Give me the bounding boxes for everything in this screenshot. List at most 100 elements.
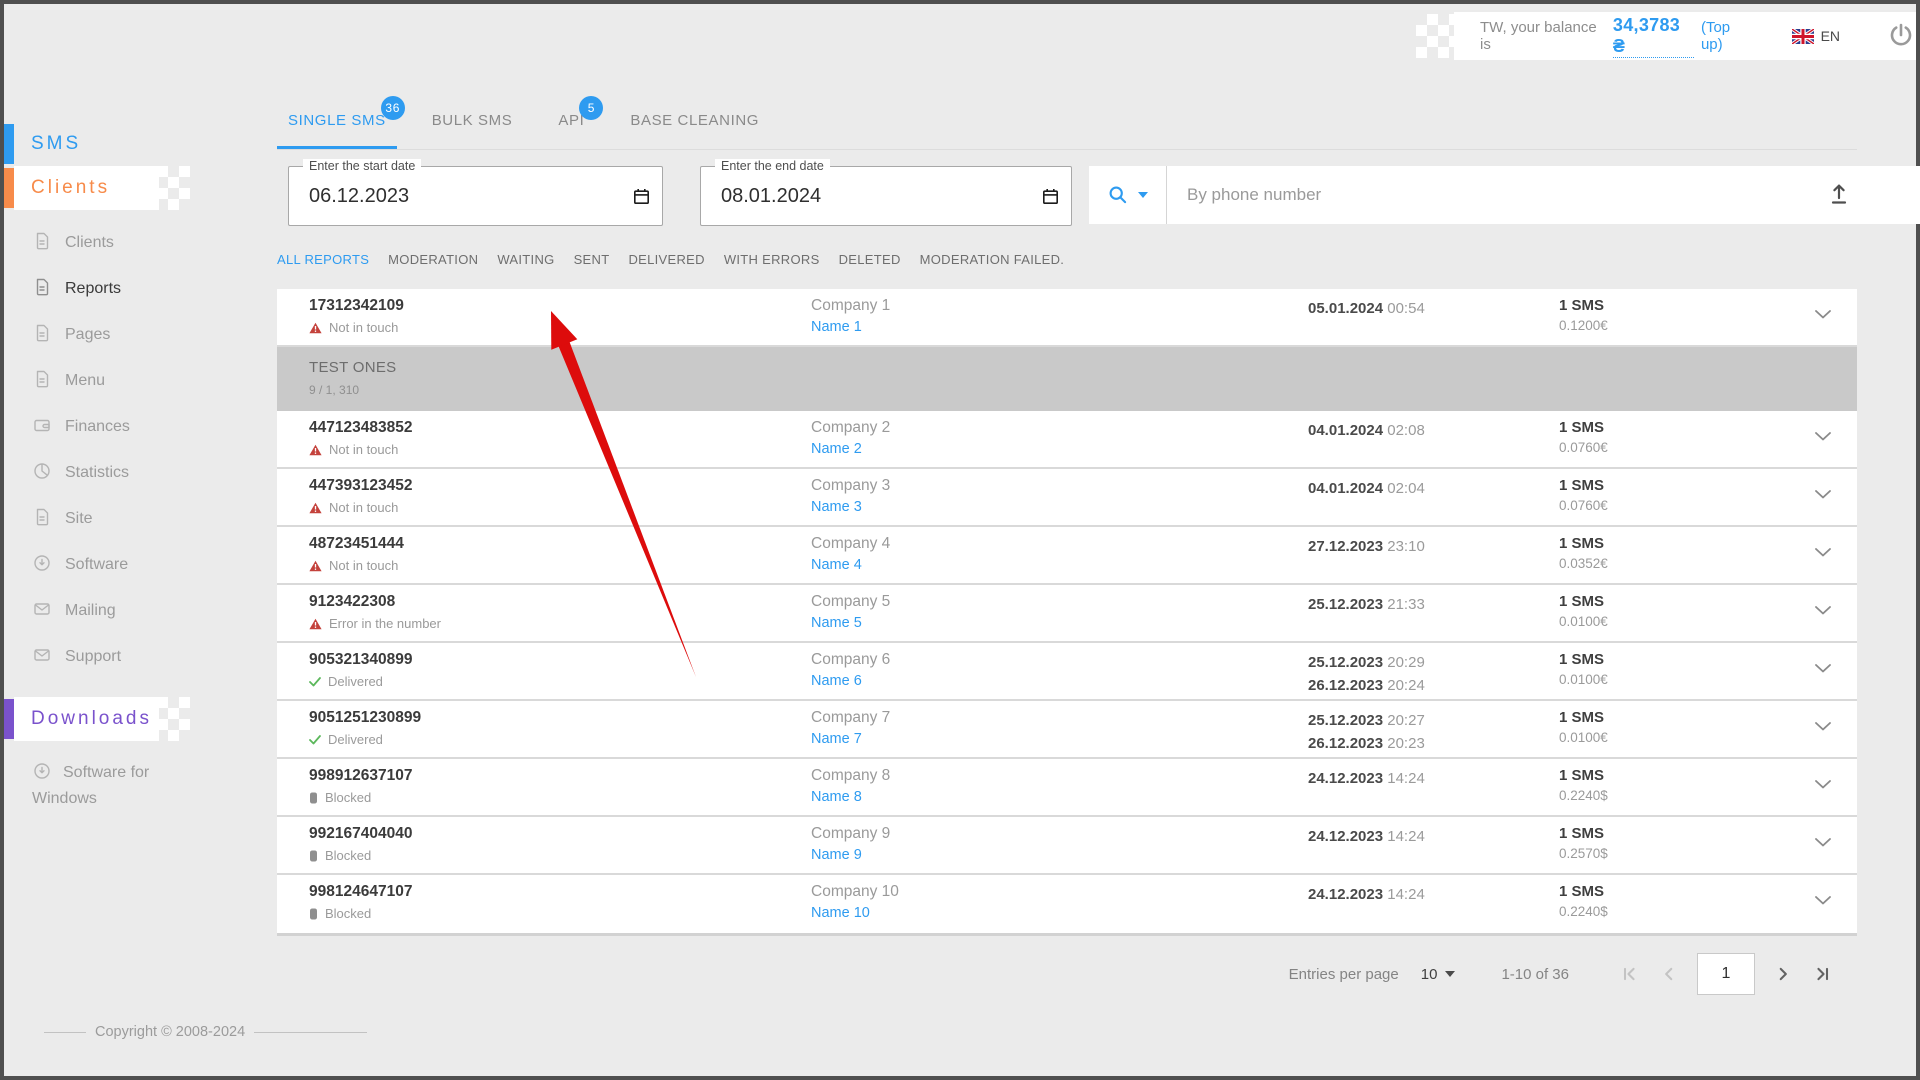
tab-api[interactable]: API 5: [547, 112, 595, 149]
expand-chevron-icon[interactable]: [1815, 310, 1831, 319]
report-row[interactable]: 9123422308 Error in the number Company 5…: [277, 585, 1857, 643]
filter-sent[interactable]: SENT: [574, 252, 610, 267]
date-line: 04.01.2024 02:04: [1308, 477, 1425, 500]
report-row[interactable]: 17312342109 Not in touch Company 1 Name …: [277, 289, 1857, 347]
top-up-link[interactable]: (Top up): [1701, 19, 1754, 53]
date-value: 26.12.2023: [1308, 677, 1383, 694]
date-cell: 05.01.2024 00:54: [1308, 297, 1425, 320]
expand-chevron-icon[interactable]: [1815, 432, 1831, 441]
filter-deleted[interactable]: DELETED: [839, 252, 901, 267]
sender-name-link[interactable]: Name 8: [811, 789, 862, 805]
time-value: 02:04: [1387, 480, 1425, 497]
sms-cell: 1 SMS 0.0760€: [1559, 419, 1608, 455]
sender-name-link[interactable]: Name 5: [811, 615, 862, 631]
sender-name-link[interactable]: Name 4: [811, 557, 862, 573]
start-date-field[interactable]: Enter the start date: [288, 166, 663, 226]
sender-name-link[interactable]: Name 7: [811, 731, 862, 747]
sidebar-item-statistics[interactable]: Statistics: [4, 450, 236, 496]
tab-base-cleaning[interactable]: BASE CLEANING: [619, 112, 770, 149]
download-icon: [32, 764, 63, 781]
current-page-input[interactable]: 1: [1697, 953, 1755, 995]
language-selector[interactable]: EN: [1792, 28, 1840, 44]
sender-name-link[interactable]: Name 3: [811, 499, 862, 515]
end-date-field[interactable]: Enter the end date: [700, 166, 1072, 226]
sidebar-item-software[interactable]: Software: [4, 542, 236, 588]
report-row[interactable]: 9051251230899 Delivered Company 7 Name 7…: [277, 701, 1857, 759]
sender-name-link[interactable]: Name 10: [811, 905, 870, 921]
expand-chevron-icon[interactable]: [1815, 606, 1831, 615]
sidebar-item-pages[interactable]: Pages: [4, 312, 236, 358]
sender-name-link[interactable]: Name 6: [811, 673, 862, 689]
document-icon: [32, 369, 65, 394]
filter-moderation-failed[interactable]: MODERATION FAILED.: [920, 252, 1065, 267]
section-accent-bar: [4, 699, 14, 739]
sidebar-item-clients[interactable]: Clients: [4, 220, 236, 266]
filter-with-errors[interactable]: WITH ERRORS: [724, 252, 820, 267]
expand-chevron-icon[interactable]: [1815, 664, 1831, 673]
filter-moderation[interactable]: MODERATION: [388, 252, 478, 267]
power-icon[interactable]: [1886, 21, 1916, 51]
report-row[interactable]: 447123483852 Not in touch Company 2 Name…: [277, 411, 1857, 469]
end-date-label: Enter the end date: [715, 159, 830, 173]
date-line: 05.01.2024 00:54: [1308, 297, 1425, 320]
report-row[interactable]: 992167404040 Blocked Company 9 Name 9 24…: [277, 817, 1857, 875]
search-input[interactable]: [1167, 185, 1920, 205]
sms-cell: 1 SMS 0.0352€: [1559, 535, 1608, 571]
filter-all-reports[interactable]: ALL REPORTS: [277, 252, 369, 267]
sidebar-section-downloads[interactable]: Downloads: [4, 697, 236, 741]
sidebar-section-clients[interactable]: Clients: [4, 166, 236, 210]
start-date-input[interactable]: [309, 185, 539, 208]
sms-cell: 1 SMS 0.0100€: [1559, 593, 1608, 629]
report-row[interactable]: 48723451444 Not in touch Company 4 Name …: [277, 527, 1857, 585]
last-page-icon[interactable]: [1815, 966, 1831, 982]
tab-bulk-sms[interactable]: BULK SMS: [421, 112, 524, 149]
sender-name-link[interactable]: Name 2: [811, 441, 862, 457]
company-name: Company 8: [811, 767, 890, 785]
sidebar-item-menu[interactable]: Menu: [4, 358, 236, 404]
expand-chevron-icon[interactable]: [1815, 722, 1831, 731]
expand-chevron-icon[interactable]: [1815, 780, 1831, 789]
calendar-icon[interactable]: [633, 188, 650, 205]
report-row[interactable]: 998912637107 Blocked Company 8 Name 8 24…: [277, 759, 1857, 817]
sidebar-item-support[interactable]: Support: [4, 634, 236, 680]
report-row[interactable]: 905321340899 Delivered Company 6 Name 6 …: [277, 643, 1857, 701]
search-type-dropdown[interactable]: [1089, 166, 1167, 224]
end-date-input[interactable]: [721, 185, 951, 208]
phone-number: 992167404040: [309, 825, 412, 843]
tab-single-sms[interactable]: SINGLE SMS 36: [277, 112, 397, 149]
sidebar-section-sms[interactable]: SMS: [4, 122, 236, 166]
sidebar-item-finances[interactable]: Finances: [4, 404, 236, 450]
next-page-icon[interactable]: [1775, 966, 1791, 982]
report-row[interactable]: 998124647107 Blocked Company 10 Name 10 …: [277, 875, 1857, 933]
expand-chevron-icon[interactable]: [1815, 896, 1831, 905]
warning-icon: [309, 322, 322, 334]
group-row[interactable]: TEST ONES 9 / 1, 310: [277, 347, 1857, 411]
report-row[interactable]: 447393123452 Not in touch Company 3 Name…: [277, 469, 1857, 527]
expand-chevron-icon[interactable]: [1815, 490, 1831, 499]
phone-cell: 998912637107 Blocked: [309, 767, 412, 805]
sidebar-item-reports[interactable]: Reports: [4, 266, 236, 312]
filter-delivered[interactable]: DELIVERED: [628, 252, 704, 267]
status: Error in the number: [309, 616, 441, 631]
expand-chevron-icon[interactable]: [1815, 838, 1831, 847]
sender-name-link[interactable]: Name 1: [811, 319, 862, 335]
phone-number: 17312342109: [309, 297, 404, 315]
balance-value[interactable]: 34,3783 ₴: [1613, 15, 1694, 58]
upload-icon[interactable]: [1827, 180, 1851, 211]
expand-chevron-icon[interactable]: [1815, 548, 1831, 557]
sidebar-item-software-for-windows[interactable]: Software for Windows: [4, 760, 236, 812]
calendar-icon[interactable]: [1042, 188, 1059, 205]
date-line: 25.12.2023 20:29: [1308, 651, 1425, 674]
entries-per-page-select[interactable]: 10: [1421, 966, 1456, 983]
sidebar-item-label: Finances: [65, 418, 130, 436]
company-cell: Company 5 Name 5: [811, 593, 890, 632]
filter-waiting[interactable]: WAITING: [497, 252, 554, 267]
company-cell: Company 3 Name 3: [811, 477, 890, 516]
sidebar-item-site[interactable]: Site: [4, 496, 236, 542]
first-page-icon[interactable]: [1621, 966, 1637, 982]
previous-page-icon[interactable]: [1661, 966, 1677, 982]
sender-name-link[interactable]: Name 9: [811, 847, 862, 863]
sms-count: 1 SMS: [1559, 709, 1608, 726]
status-text: Error in the number: [329, 616, 441, 631]
sidebar-item-mailing[interactable]: Mailing: [4, 588, 236, 634]
